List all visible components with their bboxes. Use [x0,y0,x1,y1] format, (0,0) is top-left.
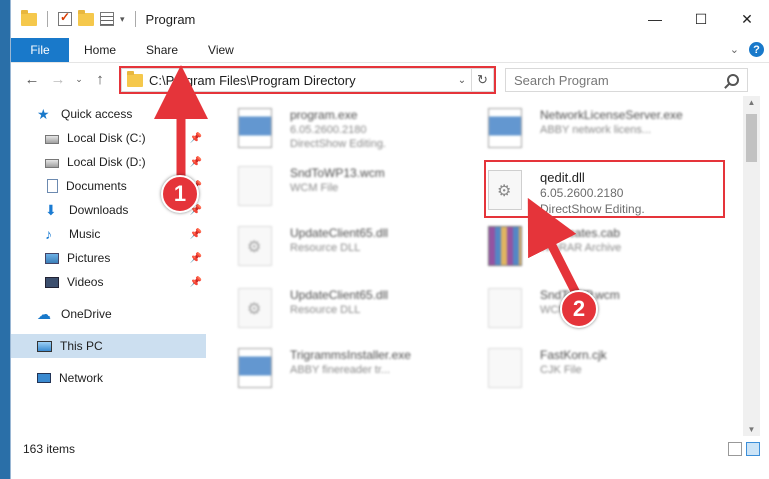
step2-badge: 2 [560,290,598,328]
annotation-arrows [154,65,583,300]
step1-badge: 1 [161,175,199,213]
step2-arrow [527,197,583,300]
